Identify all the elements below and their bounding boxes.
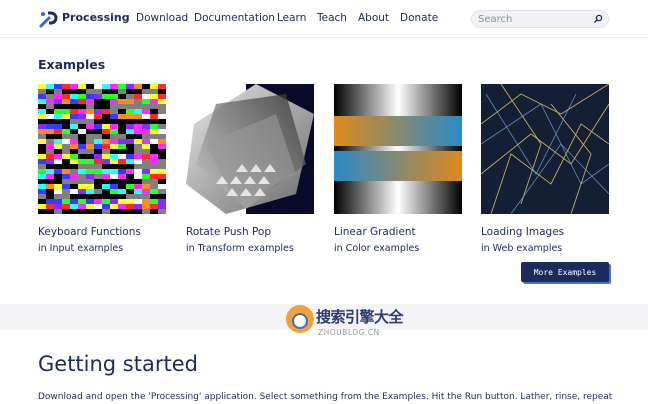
search-icon[interactable]: [593, 14, 603, 24]
processing-logo-icon[interactable]: [38, 9, 60, 29]
card-title-loading-images[interactable]: Loading Images: [481, 226, 564, 238]
card-subtitle-loading-images: in Web examples: [481, 243, 563, 254]
getting-started-heading: Getting started: [38, 352, 198, 376]
brand-name[interactable]: Processing: [62, 11, 130, 24]
watermark: 搜索引擎大全 ZHOUBLOG.CN: [286, 303, 404, 351]
getting-started-text: Download and open the 'Processing' appli…: [38, 392, 613, 402]
search-box: [471, 10, 609, 28]
loading-images-image: [481, 84, 609, 214]
linear-gradient-thumbnail[interactable]: [334, 84, 462, 214]
keyboard-functions-image: [38, 84, 166, 214]
card-title-keyboard-functions[interactable]: Keyboard Functions: [38, 226, 141, 238]
card-subtitle-rotate-push-pop: in Transform examples: [186, 243, 294, 254]
loading-images-thumbnail[interactable]: [481, 84, 609, 214]
nav-teach[interactable]: Teach: [317, 12, 347, 24]
watermark-logo-icon: [286, 305, 314, 333]
nav-learn[interactable]: Learn: [277, 12, 306, 24]
nav-donate[interactable]: Donate: [400, 12, 438, 24]
card-subtitle-keyboard-functions: in Input examples: [38, 243, 124, 254]
rotate-push-pop-thumbnail[interactable]: [186, 84, 314, 214]
watermark-text: 搜索引擎大全: [316, 308, 404, 326]
top-nav: Processing Download Documentation Learn …: [0, 0, 648, 38]
examples-heading: Examples: [38, 57, 106, 72]
keyboard-functions-thumbnail[interactable]: [38, 84, 166, 214]
watermark-url: ZHOUBLOG.CN: [318, 328, 380, 337]
card-title-linear-gradient[interactable]: Linear Gradient: [334, 226, 416, 238]
search-input[interactable]: [478, 12, 588, 26]
linear-gradient-image: [334, 84, 462, 214]
nav-about[interactable]: About: [358, 12, 389, 24]
card-subtitle-linear-gradient: in Color examples: [334, 243, 420, 254]
rotate-push-pop-image: [186, 84, 314, 214]
nav-download[interactable]: Download: [136, 12, 188, 24]
card-title-rotate-push-pop[interactable]: Rotate Push Pop: [186, 226, 271, 238]
nav-documentation[interactable]: Documentation: [194, 12, 275, 24]
more-examples-button[interactable]: More Examples: [521, 262, 609, 282]
